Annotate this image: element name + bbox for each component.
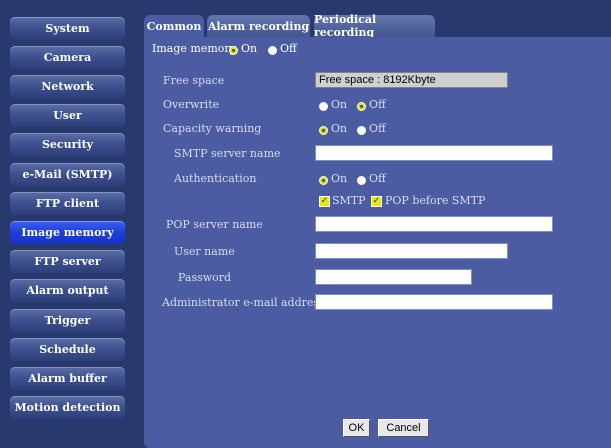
sidebar-item-network[interactable]: Network (10, 75, 125, 98)
sidebar-menu: System Camera Network User Security e-Ma… (0, 0, 134, 448)
smtp-checkbox-label: SMTP (332, 194, 366, 207)
settings-panel: Image memory On Off Free space Free spac… (144, 37, 611, 448)
authentication-on-radio[interactable] (319, 176, 328, 185)
overwrite-on-radio[interactable] (319, 102, 328, 111)
ok-button[interactable]: OK (343, 419, 370, 437)
sidebar-item-alarm-output[interactable]: Alarm output (10, 279, 125, 302)
capacity-warning-off-radio[interactable] (357, 126, 366, 135)
overwrite-off-radio[interactable] (357, 102, 366, 111)
sidebar-item-camera[interactable]: Camera (10, 46, 125, 69)
capacity-warning-on-label: On (331, 122, 348, 135)
admin-email-input[interactable] (315, 294, 553, 310)
pop-before-smtp-checkbox[interactable]: ✓ (371, 196, 382, 207)
sidebar-item-ftp-server[interactable]: FTP server (10, 250, 125, 273)
overwrite-off-label: Off (369, 98, 386, 111)
admin-email-label: Administrator e-mail address (162, 296, 325, 309)
tab-periodical-recording[interactable]: Periodical recording (314, 13, 435, 39)
capacity-warning-off-label: Off (369, 122, 386, 135)
sidebar-item-user[interactable]: User (10, 104, 125, 127)
sidebar-item-ftp-client[interactable]: FTP client (10, 192, 125, 215)
sidebar-item-alarm-buffer[interactable]: Alarm buffer (10, 367, 125, 390)
capacity-warning-label: Capacity warning (163, 122, 262, 135)
sidebar-item-security[interactable]: Security (10, 133, 125, 156)
free-space-field: Free space : 8192Kbyte (315, 72, 508, 88)
password-input[interactable] (315, 269, 472, 285)
image-memory-off-radio[interactable] (268, 46, 277, 55)
sidebar-item-trigger[interactable]: Trigger (10, 309, 125, 332)
overwrite-on-label: On (331, 98, 348, 111)
authentication-on-label: On (331, 172, 348, 185)
sidebar-item-image-memory[interactable]: Image memory (10, 221, 125, 244)
smtp-server-name-input[interactable] (315, 145, 553, 161)
sidebar-item-system[interactable]: System (10, 17, 125, 40)
user-name-label: User name (174, 245, 235, 258)
tab-alarm-recording[interactable]: Alarm recording (207, 15, 310, 37)
image-memory-on-radio[interactable] (229, 46, 238, 55)
password-label: Password (178, 271, 232, 284)
image-memory-on-label: On (241, 42, 258, 55)
pop-server-name-input[interactable] (315, 216, 553, 232)
authentication-off-radio[interactable] (357, 176, 366, 185)
smtp-checkbox[interactable]: ✓ (319, 196, 330, 207)
free-space-label: Free space (163, 74, 225, 87)
sidebar-item-email-smtp[interactable]: e-Mail (SMTP) (10, 163, 125, 186)
image-memory-label: Image memory (152, 42, 236, 55)
overwrite-label: Overwrite (163, 98, 220, 111)
authentication-off-label: Off (369, 172, 386, 185)
user-name-input[interactable] (315, 243, 508, 259)
smtp-server-name-label: SMTP server name (174, 147, 281, 160)
cancel-button[interactable]: Cancel (378, 419, 429, 437)
sidebar-item-schedule[interactable]: Schedule (10, 338, 125, 361)
sidebar-item-motion-detection[interactable]: Motion detection (10, 396, 125, 419)
tab-common[interactable]: Common (144, 15, 204, 37)
pop-before-smtp-checkbox-label: POP before SMTP (385, 194, 486, 207)
pop-server-name-label: POP server name (166, 218, 263, 231)
authentication-label: Authentication (174, 172, 257, 185)
capacity-warning-on-radio[interactable] (319, 126, 328, 135)
image-memory-off-label: Off (280, 42, 297, 55)
